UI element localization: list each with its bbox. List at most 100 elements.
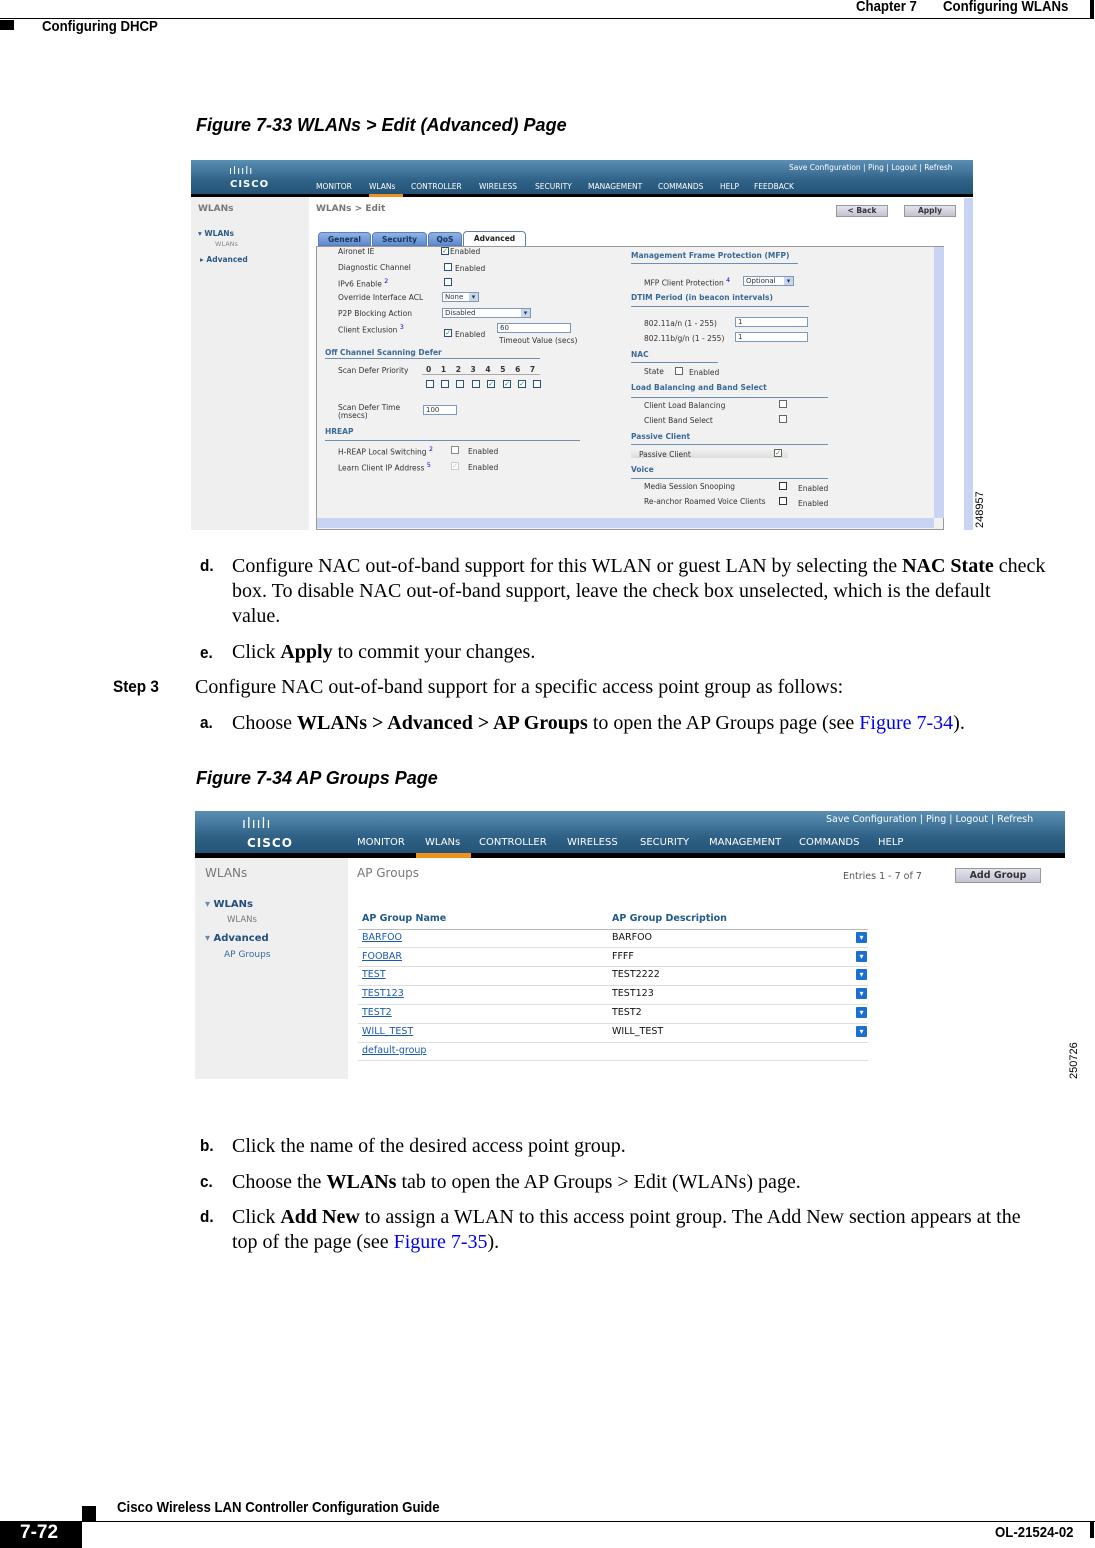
nav-help[interactable]: HELP [878,837,903,848]
nav-management[interactable]: MANAGEMENT [709,837,781,848]
nav-help[interactable]: HELP [720,182,739,191]
row-divider [358,947,868,948]
ap-group-name-link[interactable]: TEST2 [362,1007,392,1018]
step-e-text: Click Apply to commit your changes. [232,641,536,663]
priority-4-checkbox[interactable]: ✓ [487,380,495,388]
add-group-button[interactable]: Add Group [955,868,1041,883]
dtim-80211an-input[interactable]: 1 [735,317,808,327]
section-passive-client: Passive Client [631,432,691,441]
mfp-client-protection-select[interactable]: Optional [743,276,794,286]
sidebar-item-advanced[interactable]: ▾ Advanced [205,933,269,944]
nav-wireless[interactable]: WIRELESS [479,182,517,191]
back-button[interactable]: < Back [836,205,888,217]
logout-link[interactable]: Logout [955,814,988,825]
ap-group-name-link[interactable]: TEST123 [362,988,404,999]
priority-1-checkbox[interactable] [441,380,449,388]
tab-general[interactable]: General [318,232,371,246]
page-vertical-scrollbar[interactable] [964,198,973,530]
row-divider [358,966,868,967]
priority-0-checkbox[interactable] [426,380,434,388]
client-load-balancing-checkbox[interactable] [779,400,787,408]
footer-marker [82,1506,96,1522]
diagnostic-channel-checkbox[interactable] [444,263,452,271]
sidebar-subitem-wlans[interactable]: WLANs [215,240,238,248]
advanced-panel [316,246,944,530]
aironet-ie-checkbox[interactable]: ✓ [441,247,449,255]
nav-controller[interactable]: CONTROLLER [411,182,462,191]
ap-group-name-link[interactable]: default-group [362,1045,426,1056]
logout-link[interactable]: Logout [891,163,917,172]
nav-wlans[interactable]: WLANs [369,182,395,191]
nav-security[interactable]: SECURITY [640,837,689,848]
divider [631,397,828,398]
ap-group-name-link[interactable]: FOOBAR [362,951,402,962]
sidebar-item-advanced[interactable]: ▸ Advanced [200,255,248,264]
tab-security[interactable]: Security [372,232,427,246]
p2p-blocking-select[interactable]: Disabled [442,308,531,318]
scan-defer-time-unit: (msecs) [338,411,368,420]
nav-security[interactable]: SECURITY [535,182,572,191]
tab-qos[interactable]: QoS [428,232,462,246]
nav-monitor[interactable]: MONITOR [316,182,352,191]
hreap-local-switching-checkbox[interactable] [451,446,459,454]
priority-5-checkbox[interactable]: ✓ [503,380,511,388]
ap-group-description: WILL_TEST [612,1026,664,1037]
row-dropdown-icon[interactable]: ▾ [856,988,867,999]
row-dropdown-icon[interactable]: ▾ [856,1026,867,1037]
row-dropdown-icon[interactable]: ▾ [856,1007,867,1018]
figure-7-34-link[interactable]: Figure 7-34 [859,712,953,734]
sidebar-subitem-ap-groups[interactable]: AP Groups [224,950,271,960]
refresh-link[interactable]: Refresh [924,163,952,172]
sidebar-item-wlans[interactable]: ▾ WLANs [198,229,234,238]
ping-link[interactable]: Ping [868,163,884,172]
save-configuration-link[interactable]: Save Configuration [826,814,917,825]
row-dropdown-icon[interactable]: ▾ [856,951,867,962]
step-d2-text: Click Add New to assign a WLAN to this a… [232,1206,1021,1253]
media-session-snooping-checkbox[interactable] [779,482,787,490]
nav-management[interactable]: MANAGEMENT [588,182,642,191]
client-band-select-checkbox[interactable] [779,415,787,423]
nav-wlans[interactable]: WLANs [425,837,460,848]
nav-controller[interactable]: CONTROLLER [479,837,547,848]
panel-horizontal-scrollbar[interactable] [317,518,934,528]
nav-wireless[interactable]: WIRELESS [567,837,618,848]
row-dropdown-icon[interactable]: ▾ [856,969,867,980]
caret-down-icon: ▾ [205,899,214,910]
exclusion-timeout-input[interactable]: 60 [497,323,571,333]
nav-monitor[interactable]: MONITOR [357,837,405,848]
figure-7-35-link[interactable]: Figure 7-35 [394,1231,488,1253]
passive-client-checkbox[interactable]: ✓ [774,449,782,457]
tab-advanced[interactable]: Advanced [463,231,526,247]
row-dropdown-icon[interactable]: ▾ [856,932,867,943]
sidebar-item-wlans[interactable]: ▾ WLANs [205,899,253,910]
priority-6-checkbox[interactable]: ✓ [518,380,526,388]
nav-commands[interactable]: COMMANDS [799,837,859,848]
nav-commands[interactable]: COMMANDS [658,182,703,191]
section-voice: Voice [631,465,654,474]
panel-vertical-scrollbar[interactable] [934,247,944,518]
divider [631,478,828,479]
sidebar-subitem-wlans[interactable]: WLANs [227,915,257,925]
dtim-80211bgn-input[interactable]: 1 [735,332,808,342]
priority-2-checkbox[interactable] [456,380,464,388]
scan-defer-time-input[interactable]: 100 [423,405,457,415]
priority-3-checkbox[interactable] [472,380,480,388]
ping-link[interactable]: Ping [926,814,946,825]
passive-client-label: Passive Client [639,450,691,459]
refresh-link[interactable]: Refresh [997,814,1033,825]
reanchor-voice-clients-checkbox[interactable] [779,497,787,505]
ap-group-name-link[interactable]: WILL_TEST [362,1026,413,1037]
header-marker [0,20,14,30]
ipv6-enable-checkbox[interactable] [444,278,452,286]
nac-state-checkbox[interactable] [675,367,683,375]
doc-number: OL-21524-02 [995,1524,1074,1541]
nav-feedback[interactable]: FEEDBACK [754,182,794,191]
priority-7-checkbox[interactable] [533,380,541,388]
divider [631,306,809,307]
client-exclusion-checkbox[interactable]: ✓ [444,329,452,337]
ap-group-name-link[interactable]: TEST [362,969,386,980]
save-configuration-link[interactable]: Save Configuration [789,163,861,172]
ap-group-name-link[interactable]: BARFOO [362,932,402,943]
override-acl-select[interactable]: None [442,292,479,302]
apply-button[interactable]: Apply [904,205,956,217]
